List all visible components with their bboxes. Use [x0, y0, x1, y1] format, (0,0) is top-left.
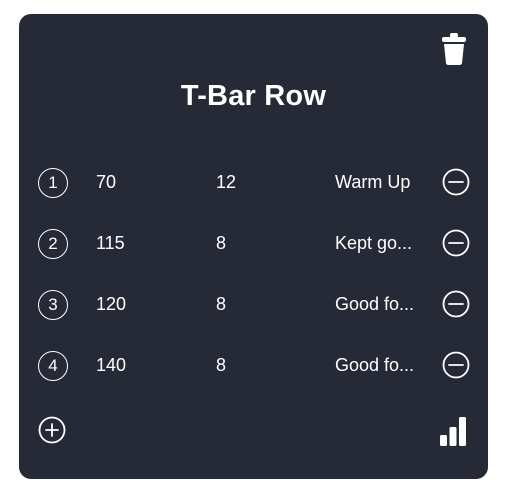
set-number: 3	[38, 290, 68, 320]
bar-chart-icon[interactable]	[439, 416, 467, 446]
set-reps[interactable]: 12	[216, 172, 236, 193]
set-weight[interactable]: 120	[96, 294, 126, 315]
set-weight[interactable]: 140	[96, 355, 126, 376]
minus-circle-icon[interactable]	[442, 229, 470, 257]
minus-circle-icon[interactable]	[442, 290, 470, 318]
set-number: 1	[38, 168, 68, 198]
set-reps[interactable]: 8	[216, 294, 226, 315]
set-note[interactable]: Kept go...	[335, 233, 421, 254]
exercise-title: T-Bar Row	[180, 80, 327, 112]
exercise-card: T-Bar Row 1 70 12 Warm Up 2 115 8 Kept g…	[19, 14, 488, 479]
set-reps[interactable]: 8	[216, 355, 226, 376]
set-row[interactable]: 4 140 8 Good fo...	[19, 347, 488, 387]
set-weight[interactable]: 115	[96, 233, 125, 254]
set-row[interactable]: 3 120 8 Good fo...	[19, 286, 488, 326]
set-note[interactable]: Warm Up	[335, 172, 421, 193]
set-number: 2	[38, 229, 68, 259]
plus-circle-icon[interactable]	[38, 416, 66, 444]
set-note[interactable]: Good fo...	[335, 355, 421, 376]
set-row[interactable]: 1 70 12 Warm Up	[19, 164, 488, 204]
set-weight[interactable]: 70	[96, 172, 116, 193]
set-row[interactable]: 2 115 8 Kept go...	[19, 225, 488, 265]
trash-icon[interactable]	[441, 32, 467, 66]
minus-circle-icon[interactable]	[442, 168, 470, 196]
set-note[interactable]: Good fo...	[335, 294, 421, 315]
set-reps[interactable]: 8	[216, 233, 226, 254]
minus-circle-icon[interactable]	[442, 351, 470, 379]
set-number: 4	[38, 351, 68, 381]
